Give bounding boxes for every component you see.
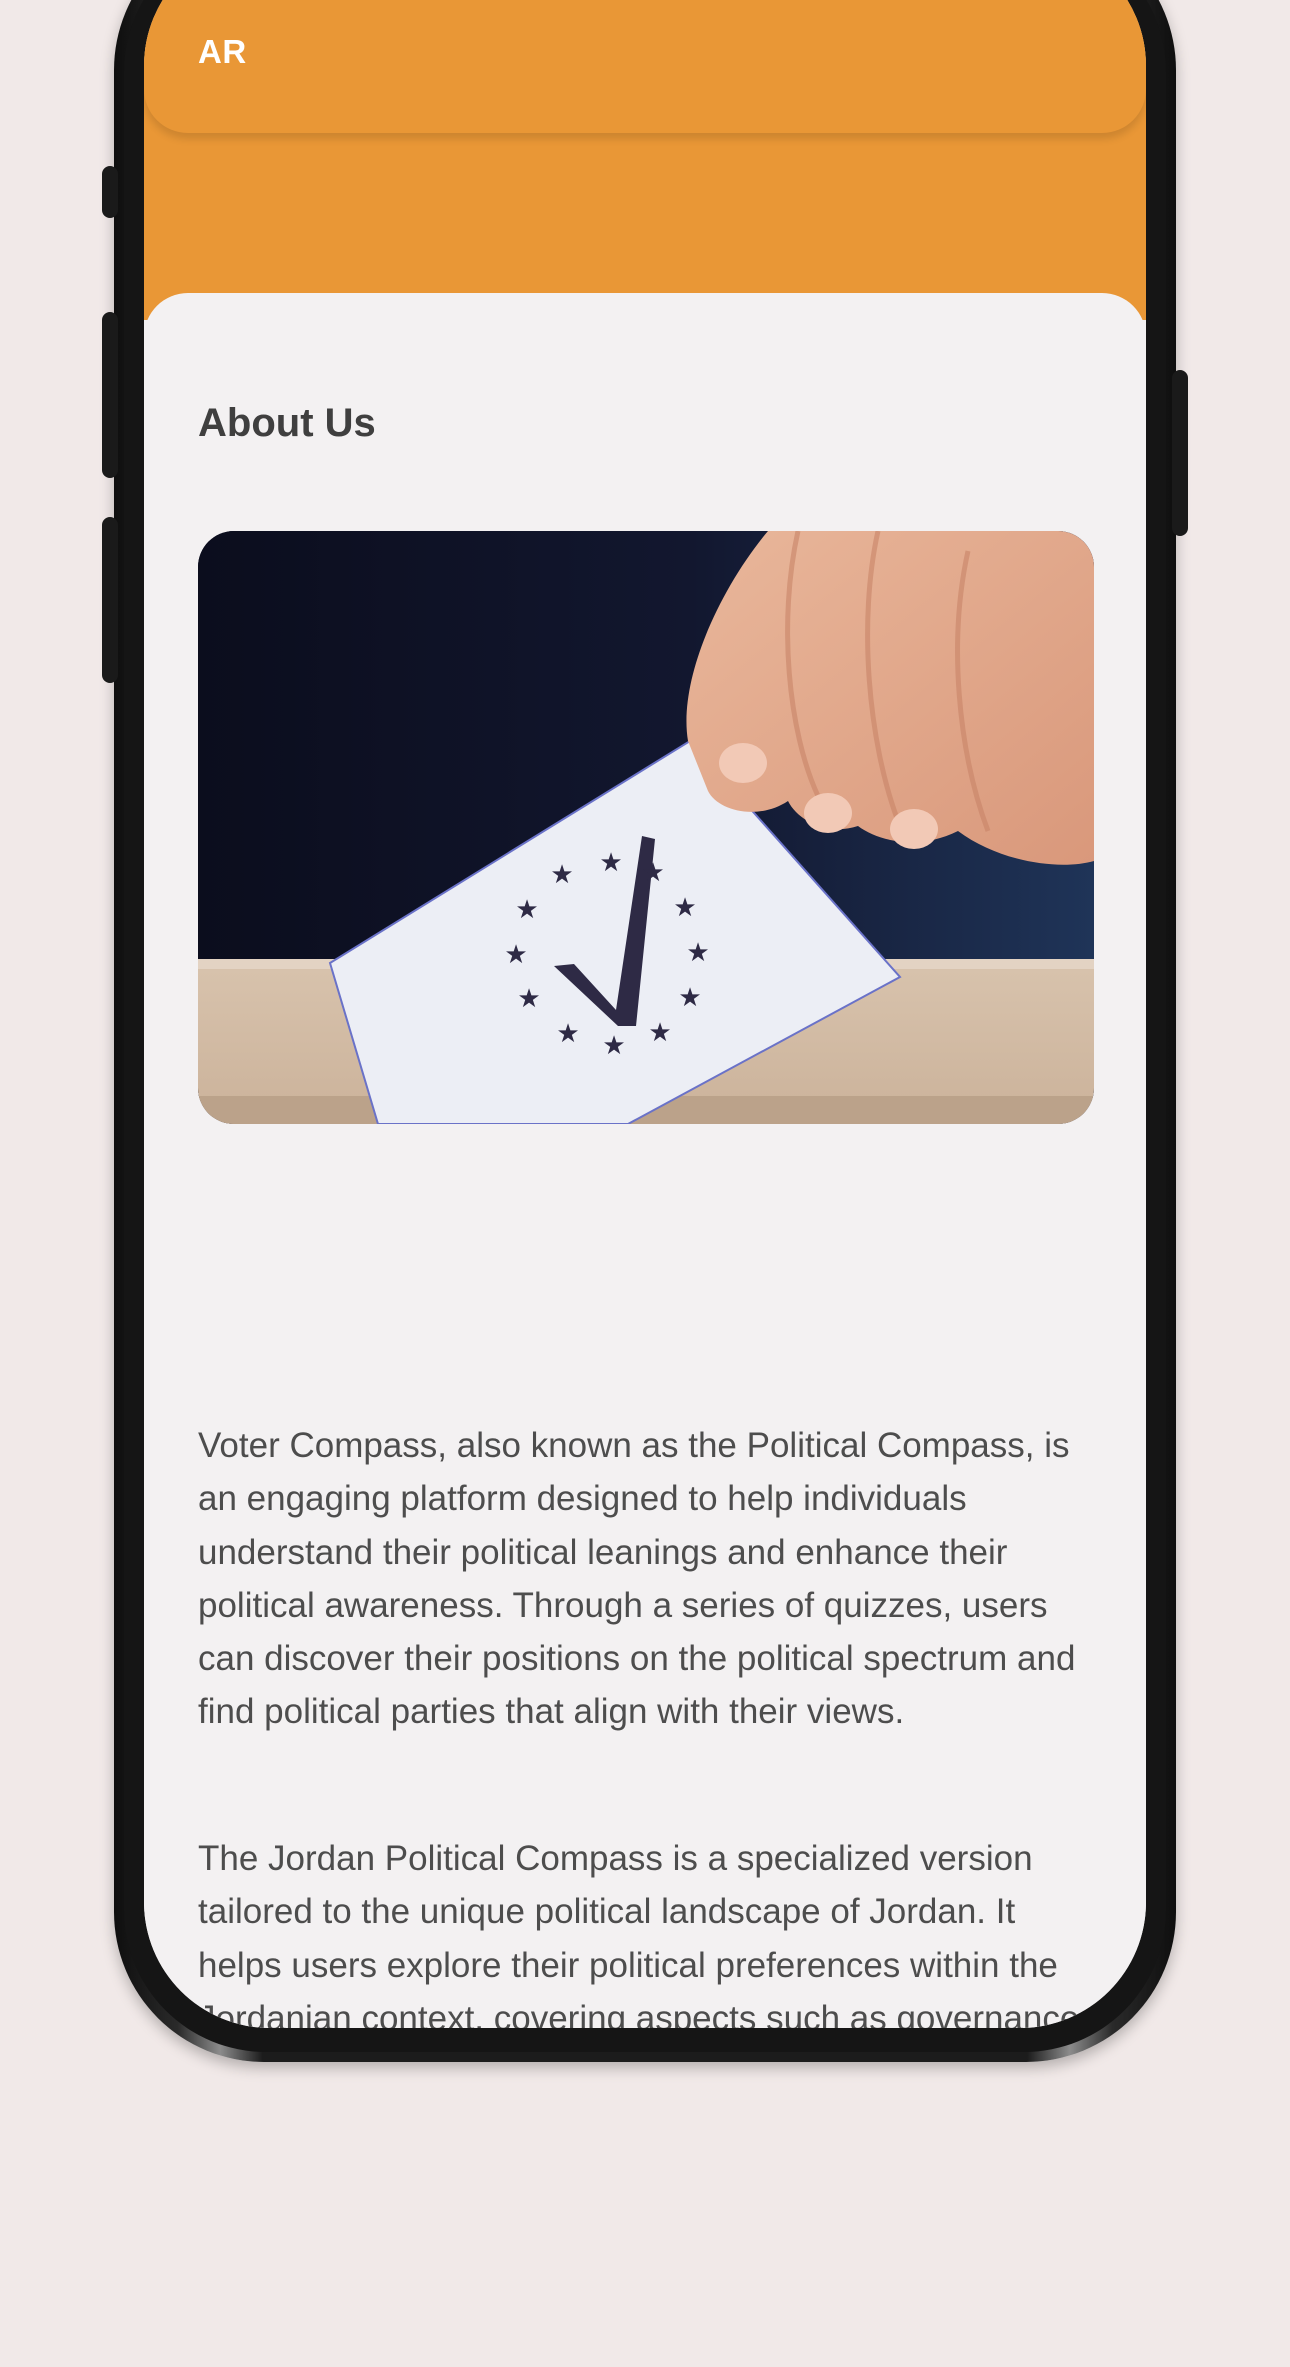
ballot-box-vote-icon: ★ ★ ★ ★ ★ ★ ★ ★ ★ ★ ★ ★: [198, 531, 1094, 1124]
page-title: About Us: [198, 401, 376, 445]
about-content-card: About Us ★ ★ ★ ★ ★ ★ ★ ★ ★ ★ ★ ★ Voter C…: [144, 293, 1146, 2028]
svg-text:★: ★: [504, 940, 527, 970]
phone-volume-down-button: [102, 517, 118, 683]
svg-text:★: ★: [556, 1019, 579, 1049]
language-toggle-button[interactable]: AR: [198, 33, 247, 71]
phone-power-button: [1172, 370, 1188, 536]
svg-text:★: ★: [515, 895, 538, 925]
phone-action-button: [102, 166, 118, 218]
svg-text:★: ★: [599, 848, 622, 878]
about-paragraph: Voter Compass, also known as the Politic…: [198, 1426, 1076, 1732]
svg-text:★: ★: [686, 938, 709, 968]
about-paragraph: The Jordan Political Compass is a specia…: [198, 1839, 1090, 2028]
phone-volume-up-button: [102, 312, 118, 478]
svg-text:★: ★: [550, 860, 573, 890]
svg-text:★: ★: [602, 1031, 625, 1061]
app-screen: AR About Us ★ ★ ★ ★ ★ ★ ★ ★ ★ ★ ★ ★ Vote…: [144, 0, 1146, 2028]
svg-text:★: ★: [673, 893, 696, 923]
svg-text:★: ★: [678, 983, 701, 1013]
top-app-bar: AR: [144, 0, 1146, 133]
svg-text:★: ★: [517, 984, 540, 1014]
svg-text:★: ★: [641, 858, 664, 888]
svg-text:★: ★: [648, 1018, 671, 1048]
